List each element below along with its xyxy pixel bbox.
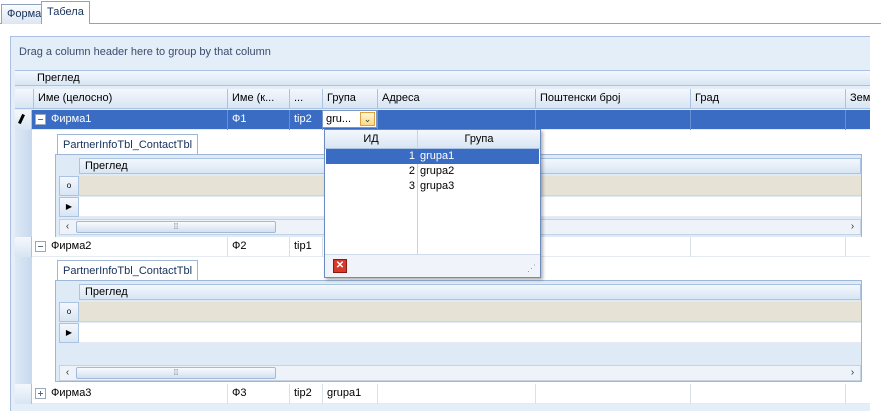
group-combo-editor[interactable]: gru... ⌄: [322, 110, 377, 128]
cell-city[interactable]: [690, 110, 845, 130]
cell-group[interactable]: grupa1: [322, 384, 377, 404]
chevron-down-icon[interactable]: ⌄: [360, 112, 375, 126]
cell-country[interactable]: [845, 237, 870, 257]
column-header-type[interactable]: ...: [289, 89, 322, 109]
edit-pencil-icon: [18, 113, 25, 125]
popup-row[interactable]: 3 grupa3: [326, 179, 539, 194]
group-combo-value: gru...: [326, 113, 352, 125]
scroll-thumb[interactable]: ⁞⁞: [76, 367, 276, 379]
scroll-right-icon[interactable]: ›: [845, 220, 860, 234]
column-header-short-name[interactable]: Име (к...: [227, 89, 289, 109]
detail-tab[interactable]: PartnerInfoTbl_ContactTbl: [57, 260, 199, 281]
cell-full-name[interactable]: Фирма3: [33, 384, 227, 404]
cell-type[interactable]: tip2: [289, 384, 322, 404]
band-header: Преглед: [15, 70, 870, 86]
detail-band-header: Преглед: [79, 284, 861, 300]
band-label: Преглед: [37, 72, 80, 84]
tab-tabela[interactable]: Табела: [41, 1, 90, 24]
search-icon[interactable]: o: [59, 302, 79, 322]
row-indicator: [15, 237, 32, 257]
column-header-country[interactable]: Зем: [845, 89, 870, 109]
scroll-thumb[interactable]: ⁞⁞: [76, 221, 276, 233]
scroll-left-icon[interactable]: ‹: [60, 220, 75, 234]
popup-row-id: 1: [408, 150, 415, 162]
cell-postal-code[interactable]: [535, 110, 690, 130]
detail-side-bar: [15, 257, 32, 384]
new-row[interactable]: [79, 323, 861, 343]
cell-short-name[interactable]: Ф1: [227, 110, 289, 130]
row-indicator: [15, 110, 32, 130]
cell-address[interactable]: [377, 110, 535, 130]
table-row[interactable]: Фирма3 Ф3 tip2 grupa1: [15, 384, 870, 404]
cell-address[interactable]: [377, 384, 535, 404]
column-header-row: Име (целосно) Име (к... ... Група Адреса…: [15, 89, 870, 109]
column-header-city[interactable]: Град: [690, 89, 845, 109]
tab-strip: Форма Табела: [0, 0, 881, 24]
popup-row[interactable]: 2 grupa2: [326, 164, 539, 179]
popup-header-group[interactable]: Група: [417, 130, 540, 149]
resize-grip-icon[interactable]: ⋰: [527, 263, 536, 274]
detail-grid: Преглед o ▶ ‹ ⁞⁞ ›: [55, 280, 862, 382]
popup-row-name: grupa2: [420, 165, 455, 177]
detail-tab[interactable]: PartnerInfoTbl_ContactTbl: [57, 134, 199, 155]
popup-header-id[interactable]: ИД: [325, 130, 417, 149]
table-row[interactable]: Фирма1 Ф1 tip2: [15, 110, 870, 130]
cell-postal-code[interactable]: [535, 237, 690, 257]
popup-footer: ✕ ⋰: [325, 254, 540, 277]
search-icon[interactable]: o: [59, 176, 79, 196]
scroll-right-icon[interactable]: ›: [845, 366, 860, 380]
horizontal-scrollbar[interactable]: ‹ ⁞⁞ ›: [59, 365, 861, 381]
cell-short-name[interactable]: Ф2: [227, 237, 289, 257]
cell-postal-code[interactable]: [535, 384, 690, 404]
cell-type[interactable]: tip2: [289, 110, 322, 130]
group-dropdown-popup: ИД Група 1 grupa1 2 grupa2 3 grupa3 ✕ ⋰: [324, 129, 541, 278]
scroll-left-icon[interactable]: ‹: [60, 366, 75, 380]
column-header-address[interactable]: Адреса: [377, 89, 535, 109]
detail-band-label: Преглед: [85, 160, 128, 172]
cell-full-name[interactable]: Фирма2: [33, 237, 227, 257]
popup-row-id: 3: [408, 180, 415, 192]
filter-row[interactable]: [79, 302, 861, 322]
column-header-group[interactable]: Група: [322, 89, 377, 109]
popup-row-name: grupa1: [420, 150, 455, 162]
popup-row-name: grupa3: [420, 180, 455, 192]
popup-row-id: 2: [408, 165, 415, 177]
cell-type[interactable]: tip1: [289, 237, 322, 257]
detail-band-label: Преглед: [85, 286, 128, 298]
cell-full-name[interactable]: Фирма1: [33, 110, 227, 130]
play-icon[interactable]: ▶: [59, 323, 79, 343]
column-header-full-name[interactable]: Име (целосно): [33, 89, 227, 109]
tab-underline: [0, 23, 881, 24]
detail-side-bar: [15, 130, 32, 238]
cell-country[interactable]: [845, 384, 870, 404]
group-by-panel[interactable]: Drag a column header here to group by th…: [19, 46, 271, 58]
close-icon[interactable]: ✕: [333, 259, 347, 273]
play-icon[interactable]: ▶: [59, 197, 79, 217]
cell-country[interactable]: [845, 110, 870, 130]
column-header-postal-code[interactable]: Поштенски број: [535, 89, 690, 109]
cell-city[interactable]: [690, 237, 845, 257]
cell-short-name[interactable]: Ф3: [227, 384, 289, 404]
row-indicator: [15, 384, 32, 404]
cell-city[interactable]: [690, 384, 845, 404]
popup-row[interactable]: 1 grupa1: [326, 149, 539, 164]
